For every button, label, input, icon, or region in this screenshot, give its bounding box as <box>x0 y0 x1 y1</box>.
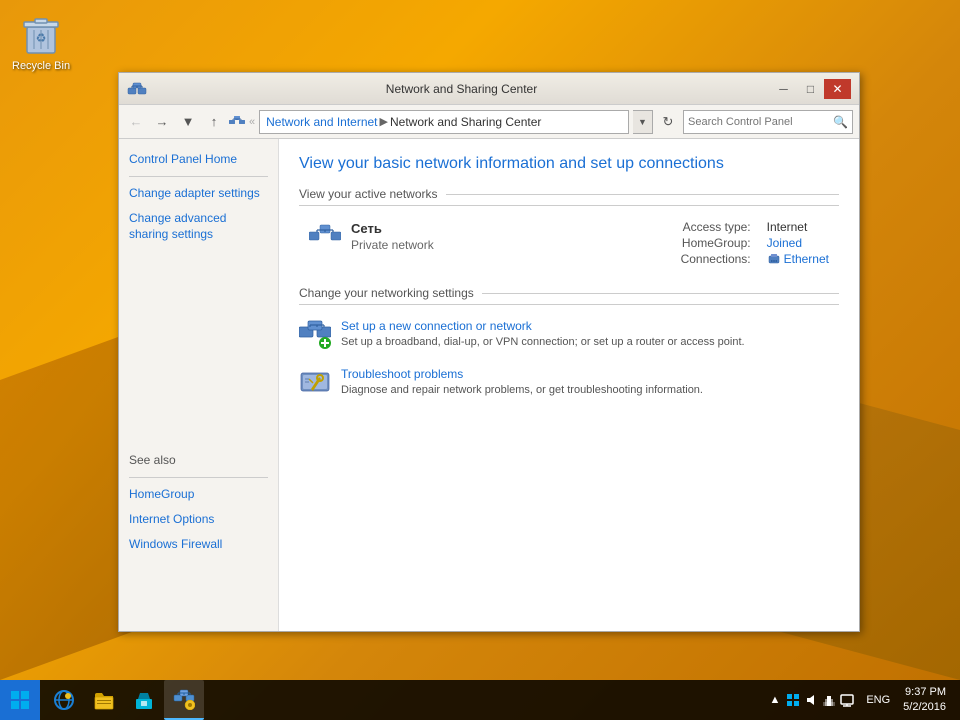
action-text-new-connection: Set up a new connection or network Set u… <box>341 319 745 350</box>
action-title-troubleshoot[interactable]: Troubleshoot problems <box>341 367 703 381</box>
taskbar-ie[interactable] <box>44 680 84 720</box>
network-icon-name: Сеть Private network <box>309 220 681 252</box>
taskbar-clock[interactable]: 9:37 PM 5/2/2016 <box>897 685 952 716</box>
action-item-troubleshoot: Troubleshoot problems Diagnose and repai… <box>299 367 839 399</box>
connections-label: Connections: <box>681 252 751 266</box>
recycle-bin-icon: ♻ <box>17 9 65 57</box>
network-sharing-window: Network and Sharing Center ─ □ ✕ ← → ▼ ↑ <box>118 72 860 632</box>
systray-volume-icon[interactable] <box>803 692 819 708</box>
forward-button[interactable]: → <box>151 111 173 133</box>
taskbar-right: ▲ <box>754 685 960 716</box>
taskbar-icons <box>40 680 754 720</box>
address-bar: ← → ▼ ↑ « Network and Internet ▶ Network… <box>119 105 859 139</box>
troubleshoot-icon <box>299 367 331 399</box>
maximize-button[interactable]: □ <box>797 79 824 99</box>
breadcrumb-arrows: « <box>249 116 255 128</box>
breadcrumb-current: Network and Sharing Center <box>390 115 541 129</box>
language-indicator: ENG <box>863 694 893 706</box>
action-desc-troubleshoot: Diagnose and repair network problems, or… <box>341 383 703 398</box>
window-body: Control Panel Home Change adapter settin… <box>119 139 859 631</box>
main-content: View your basic network information and … <box>279 139 859 631</box>
search-input[interactable] <box>688 116 833 128</box>
file-explorer-icon <box>93 689 115 711</box>
sidebar-windows-firewall[interactable]: Windows Firewall <box>129 536 268 553</box>
breadcrumb-sep: ▶ <box>380 115 388 128</box>
recycle-bin[interactable]: ♻ Recycle Bin <box>8 5 74 76</box>
address-path[interactable]: Network and Internet ▶ Network and Shari… <box>259 110 629 134</box>
action-text-troubleshoot: Troubleshoot problems Diagnose and repai… <box>341 367 703 398</box>
start-button[interactable] <box>0 680 40 720</box>
action-desc-new-connection: Set up a broadband, dial-up, or VPN conn… <box>341 335 745 350</box>
connections-value[interactable]: Ethernet <box>767 252 829 266</box>
systray: ▲ <box>762 692 859 708</box>
access-type-label: Access type: <box>681 220 751 234</box>
recycle-bin-label: Recycle Bin <box>12 60 70 72</box>
network-icon <box>309 220 341 252</box>
search-box: 🔍 <box>683 110 853 134</box>
active-networks-header: View your active networks <box>299 187 839 206</box>
window-title-icon <box>127 79 147 99</box>
up-button[interactable]: ↑ <box>203 111 225 133</box>
action-title-new-connection[interactable]: Set up a new connection or network <box>341 319 745 333</box>
main-title: View your basic network information and … <box>299 155 839 173</box>
network-name-block: Сеть Private network <box>309 220 681 262</box>
sidebar-control-panel-home[interactable]: Control Panel Home <box>129 151 268 168</box>
network-info: Сеть Private network Access type: Intern… <box>299 220 839 266</box>
sidebar-internet-options[interactable]: Internet Options <box>129 511 268 528</box>
network-name-group: Сеть Private network <box>351 221 434 252</box>
windows-logo-icon <box>10 690 30 710</box>
recent-locations-button[interactable]: ▼ <box>177 111 199 133</box>
window-controls: ─ □ ✕ <box>770 79 851 99</box>
network-details: Access type: Internet HomeGroup: Joined … <box>681 220 829 266</box>
sidebar: Control Panel Home Change adapter settin… <box>119 139 279 631</box>
taskbar-store[interactable] <box>124 680 164 720</box>
path-icon <box>229 114 245 130</box>
window-titlebar: Network and Sharing Center ─ □ ✕ <box>119 73 859 105</box>
homegroup-label: HomeGroup: <box>681 236 751 250</box>
networking-items: Set up a new connection or network Set u… <box>299 319 839 399</box>
homegroup-value[interactable]: Joined <box>767 236 829 250</box>
refresh-button[interactable]: ↻ <box>657 111 679 133</box>
ethernet-icon <box>767 252 781 266</box>
store-icon <box>133 689 155 711</box>
change-settings-header: Change your networking settings <box>299 286 839 305</box>
desktop: ♻ Recycle Bin Network and Sharing Center <box>0 0 960 720</box>
network-name: Сеть <box>351 221 434 236</box>
sidebar-homegroup[interactable]: HomeGroup <box>129 486 268 503</box>
search-icon: 🔍 <box>833 115 848 129</box>
taskbar-file-explorer[interactable] <box>84 680 124 720</box>
internet-explorer-icon <box>53 689 75 711</box>
sidebar-see-also-label: See also <box>129 453 176 467</box>
sidebar-change-advanced[interactable]: Change advanced sharing settings <box>129 210 268 244</box>
window-title: Network and Sharing Center <box>153 82 770 96</box>
network-control-panel-icon <box>173 688 195 710</box>
sidebar-divider-1 <box>129 176 268 177</box>
access-type-value: Internet <box>767 220 829 234</box>
show-hidden-icons[interactable]: ▲ <box>766 694 783 706</box>
new-connection-icon <box>299 319 331 351</box>
close-button[interactable]: ✕ <box>824 79 851 99</box>
back-button[interactable]: ← <box>125 111 147 133</box>
network-type: Private network <box>351 238 434 252</box>
breadcrumb-network-internet[interactable]: Network and Internet <box>266 115 377 129</box>
address-dropdown[interactable]: ▼ <box>633 110 653 134</box>
action-item-new-connection: Set up a new connection or network Set u… <box>299 319 839 351</box>
taskbar-date-text: 5/2/2016 <box>903 700 946 715</box>
sidebar-change-adapter[interactable]: Change adapter settings <box>129 185 268 202</box>
systray-action-center-icon[interactable] <box>839 692 855 708</box>
minimize-button[interactable]: ─ <box>770 79 797 99</box>
systray-network-icon[interactable] <box>821 692 837 708</box>
systray-windows-icon[interactable] <box>785 692 801 708</box>
sidebar-divider-2 <box>129 477 268 478</box>
taskbar-time-text: 9:37 PM <box>903 685 946 700</box>
taskbar: ▲ <box>0 680 960 720</box>
taskbar-network-center[interactable] <box>164 680 204 720</box>
